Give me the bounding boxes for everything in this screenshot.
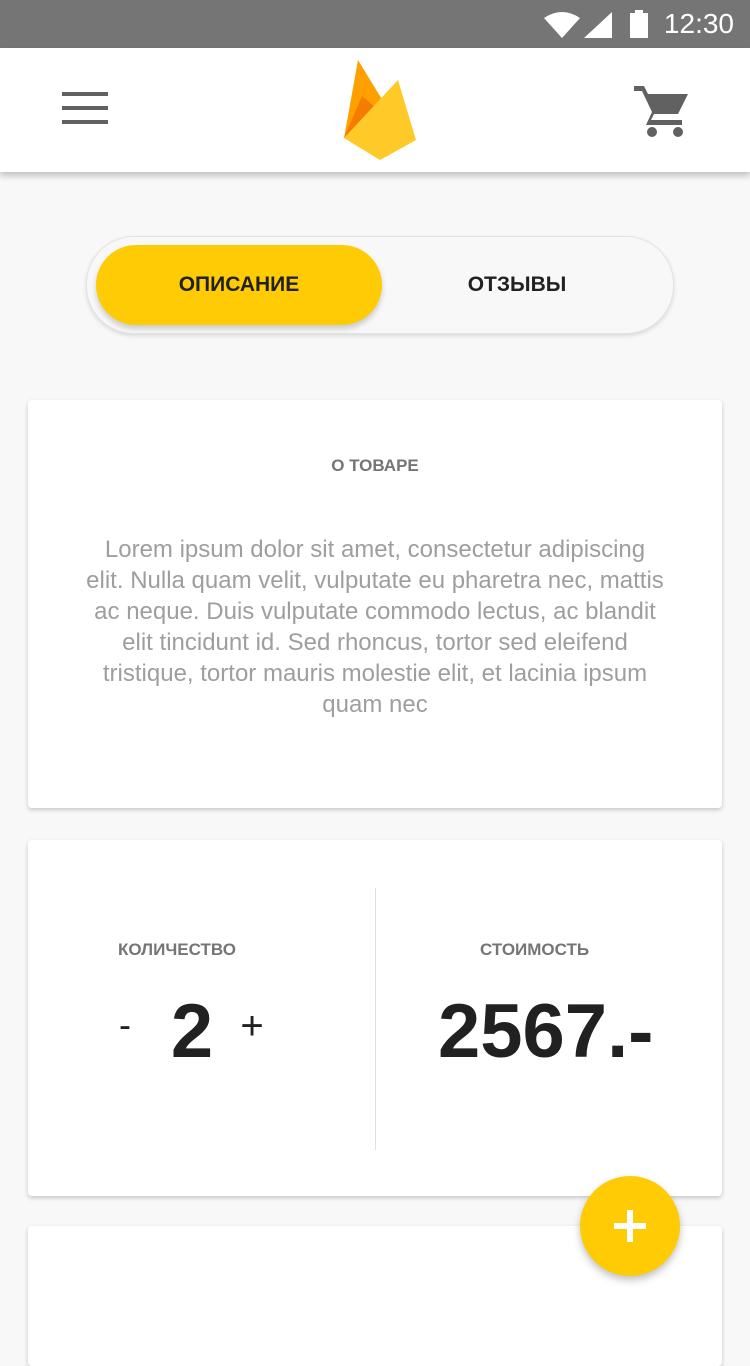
quantity-value: 2 [170, 989, 214, 1074]
status-bar: 12:30 [0, 0, 750, 48]
status-time: 12:30 [663, 8, 734, 39]
price-label: СТОИМОСТЬ [480, 940, 590, 959]
firebase-flame-logo [342, 60, 418, 167]
tab-switcher: ОПИСАНИЕ ОТЗЫВЫ [86, 236, 674, 334]
shopping-cart-icon[interactable] [632, 82, 692, 143]
product-description-card: О ТОВАРЕ Lorem ipsum dolor sit amet, con… [28, 400, 722, 808]
signal-icon [584, 12, 612, 43]
price-value: 2567.- [438, 989, 654, 1074]
quantity-label: КОЛИЧЕСТВО [118, 940, 236, 959]
battery-icon [629, 10, 649, 43]
order-card: КОЛИЧЕСТВО - 2 + СТОИМОСТЬ 2567.- [28, 840, 722, 1196]
quantity-decrease-button[interactable]: - [112, 1004, 138, 1046]
app-bar [0, 48, 750, 172]
product-description-text: Lorem ipsum dolor sit amet, consectetur … [86, 536, 664, 718]
quantity-increase-button[interactable]: + [234, 1004, 270, 1049]
tab-description[interactable]: ОПИСАНИЕ [96, 245, 382, 325]
plus-icon [614, 1210, 646, 1242]
card-title: О ТОВАРЕ [331, 456, 419, 475]
divider [375, 888, 376, 1150]
tab-reviews[interactable]: ОТЗЫВЫ [385, 245, 649, 325]
add-fab-button[interactable] [580, 1176, 680, 1276]
hamburger-menu-icon[interactable] [60, 92, 110, 126]
wifi-icon [544, 12, 580, 43]
